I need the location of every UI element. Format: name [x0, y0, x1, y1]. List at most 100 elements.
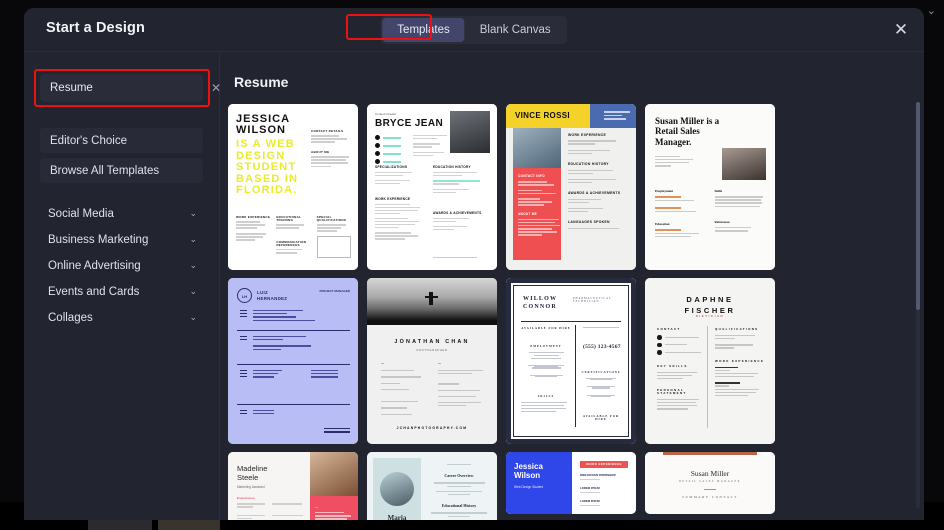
template-name: Jessica Wilson — [514, 462, 543, 480]
results-heading: Resume — [234, 74, 289, 90]
template-section-label: ABOUT ME — [311, 149, 330, 154]
tab-templates[interactable]: Templates — [382, 18, 465, 42]
template-role: Web Design Student — [514, 485, 544, 489]
template-grid: JESSICA WILSON IS A WEB DESIGN STUDENT B… — [228, 104, 908, 520]
chevron-down-icon[interactable]: ⌄ — [189, 261, 197, 270]
template-section-label: AWARDS & ACHIEVEMENTS — [433, 211, 482, 215]
template-role: DIETICIAN — [695, 314, 725, 318]
template-section-label: CONTACT INFO — [518, 174, 545, 178]
template-section-label: Education — [655, 222, 670, 227]
template-photo — [310, 452, 358, 496]
template-corner-label: PROJECT MANAGER — [319, 289, 350, 293]
template-section-label: CERTIFICATIONS — [581, 370, 621, 374]
template-photo — [513, 128, 561, 168]
template-card-susan-miller-retail[interactable]: Susan Miller is a Retail Sales Manager. … — [645, 104, 775, 270]
template-section-label: EDUCATION HISTORY — [568, 162, 609, 167]
template-card-jonathan-chan-photography[interactable]: JONATHAN CHAN PHOTOGRAPHER — — JCHANPHOT… — [367, 278, 497, 444]
tab-group: Templates Blank Canvas — [380, 16, 568, 44]
template-card-jessica-wilson-blue[interactable]: Jessica Wilson Web Design Student WORK E… — [506, 452, 636, 514]
template-card-maria-rosa[interactable]: Maria Rosa FREELANCE WRITER — [367, 452, 497, 520]
template-role: PHARMACEUTICAL TECHNICIAN — [573, 297, 612, 303]
template-section-label: AWARDS & ACHIEVEMENTS — [568, 191, 621, 196]
template-section-label: CONTACT — [657, 327, 681, 331]
template-name: JONATHAN CHAN — [394, 339, 470, 345]
sidebar-item-label: Online Advertising — [48, 259, 141, 272]
template-photo — [380, 472, 414, 506]
template-links: SUMMARY CONTACT — [682, 495, 738, 499]
screen: ⌄ Start a Design Templates Blank Canvas … — [0, 0, 944, 530]
sidebar-item-business-marketing[interactable]: Business Marketing ⌄ — [24, 227, 219, 252]
sidebar-item-events-and-cards[interactable]: Events and Cards ⌄ — [24, 279, 219, 304]
tab-blank-canvas[interactable]: Blank Canvas — [465, 18, 566, 42]
sidebar-quick-links: Editor's Choice Browse All Templates — [40, 128, 203, 183]
template-section-label: PERSONAL STATEMENT — [657, 387, 687, 395]
template-section-label: EMPLOYMENT — [530, 344, 562, 348]
template-section-label: SPECIAL QUALIFICATIONS — [316, 215, 347, 223]
template-section-label: LANGUAGES SPOKEN — [568, 220, 610, 225]
template-name: LUIZ HERNANDEZ — [257, 290, 288, 301]
content-scrollbar-track[interactable] — [916, 102, 920, 508]
template-monogram: LH — [237, 288, 252, 303]
template-results: Resume JESSICA WILSON IS A WEB DESIGN ST… — [220, 52, 924, 520]
template-section-label: WORK EXPERIENCE — [580, 461, 628, 468]
sidebar-item-online-advertising[interactable]: Online Advertising ⌄ — [24, 253, 219, 278]
template-card-bryce-jean[interactable]: Content Creator BRYCE JEAN SPECIALIZATIO… — [367, 104, 497, 270]
template-section-label: EDUCATION HISTORY — [433, 165, 471, 169]
chevron-down-icon[interactable]: ⌄ — [189, 235, 197, 244]
content-scrollbar-thumb[interactable] — [916, 102, 920, 310]
template-card-madeline-steele[interactable]: Madeline Steele Marketing Assistant Expe… — [228, 452, 358, 520]
search-box[interactable]: ✕ — [40, 74, 247, 102]
template-section-label: QUALIFICATIONS — [715, 327, 759, 331]
template-section-label: WORK EXPERIENCE — [236, 215, 271, 220]
template-section-label: KEY SKILLS — [657, 363, 688, 368]
template-subtitle: PHOTOGRAPHER — [416, 348, 448, 352]
page-title: Start a Design — [46, 20, 145, 36]
sidebar-item-collages[interactable]: Collages ⌄ — [24, 305, 219, 330]
sidebar-item-label: Collages — [48, 311, 93, 324]
template-card-willow-connor-pharma[interactable]: WILLOW CONNOR PHARMACEUTICAL TECHNICIAN … — [506, 278, 636, 444]
background-chevron-down-icon[interactable]: ⌄ — [927, 6, 936, 17]
chevron-down-icon[interactable]: ⌄ — [189, 313, 197, 322]
template-name: WILLOW CONNOR — [523, 296, 558, 311]
template-section-label: Employment — [655, 189, 674, 193]
chevron-down-icon[interactable]: ⌄ — [189, 287, 197, 296]
chevron-down-icon[interactable]: ⌄ — [189, 209, 197, 218]
sidebar-item-label: Events and Cards — [48, 285, 140, 298]
template-card-vince-rossi[interactable]: VINCE ROSSI CONTACT INFO ABOUT ME WORK E… — [506, 104, 636, 270]
search-input[interactable] — [50, 82, 204, 94]
template-section-label: Experience — [237, 496, 256, 500]
sidebar-item-label: Social Media — [48, 207, 114, 220]
template-name: BRYCE JEAN — [375, 118, 444, 129]
template-card-susan-miller-serif[interactable]: Susan Miller RETAIL SALES MANAGER SUMMAR… — [645, 452, 775, 514]
sidebar-item-social-media[interactable]: Social Media ⌄ — [24, 201, 219, 226]
template-tagline: Content Creator — [375, 112, 397, 116]
template-section-label: WORK EXPERIENCE — [715, 358, 765, 363]
template-section-label: SPECIALIZATIONS — [375, 165, 408, 169]
template-phone: (555) 123-4567 — [583, 344, 621, 350]
sidebar-item-browse-all-templates[interactable]: Browse All Templates — [40, 158, 203, 183]
template-card-jessica-wilson-yellow[interactable]: JESSICA WILSON IS A WEB DESIGN STUDENT B… — [228, 104, 358, 270]
modal-body: ✕ Editor's Choice Browse All Templates — [24, 52, 924, 520]
template-section-label: ABOUT ME — [518, 211, 537, 216]
template-photo — [722, 148, 766, 180]
template-section-label: References — [714, 219, 730, 224]
template-section-label: Career Overview — [444, 473, 474, 479]
template-photo — [450, 111, 490, 153]
sidebar: ✕ Editor's Choice Browse All Templates — [24, 52, 247, 520]
template-section-label: CONTACT DETAILS — [311, 129, 344, 133]
template-headline: IS A WEB DESIGN STUDENT BASED IN FLORIDA… — [236, 138, 299, 197]
template-website: JCHANPHOTOGRAPHY.COM — [396, 425, 468, 430]
template-section-label: COMMUNICATION REFERENCES — [276, 239, 307, 247]
close-icon[interactable]: ✕ — [892, 21, 910, 39]
template-section-label: AVAILABLE FOR HIRE — [521, 326, 571, 330]
template-card-luiz-hernandez[interactable]: LH LUIZ HERNANDEZ PROJECT MANAGER — [228, 278, 358, 444]
template-role: Marketing Assistant — [237, 485, 265, 489]
template-section-label: Skills — [714, 189, 723, 193]
template-role: RETAIL SALES MANAGER — [679, 480, 741, 483]
template-section-label: WORK EXPERIENCE — [568, 133, 607, 137]
template-headline: Susan Miller is a Retail Sales Manager. — [655, 116, 720, 147]
template-section-label: AVAILABLE FOR HIRE — [582, 414, 620, 422]
sidebar-item-editors-choice[interactable]: Editor's Choice — [40, 128, 203, 153]
sidebar-item-label: Business Marketing — [48, 233, 149, 246]
template-card-daphne-fischer[interactable]: DAPHNE FISCHER DIETICIAN CONTACT KEY SKI… — [645, 278, 775, 444]
